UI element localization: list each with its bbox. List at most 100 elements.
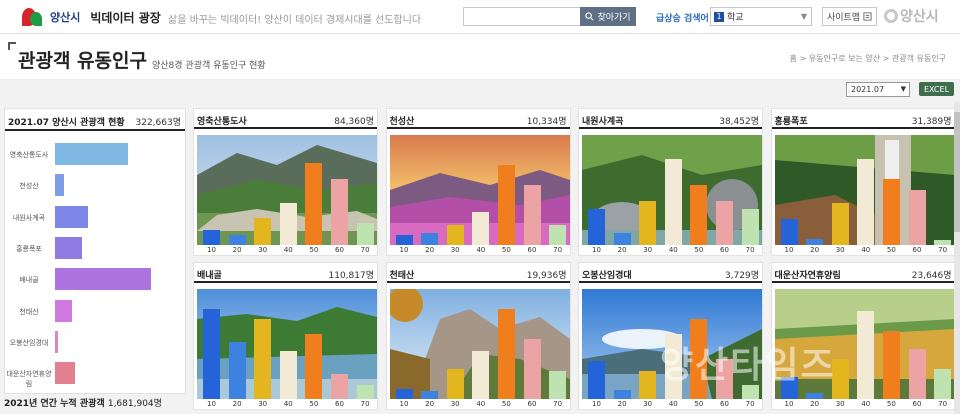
age-bar[interactable]	[228, 342, 246, 399]
age-bar[interactable]	[203, 230, 220, 245]
age-tick-label: 40	[283, 246, 293, 254]
age-bar[interactable]	[254, 319, 272, 399]
age-bar[interactable]	[857, 159, 875, 245]
age-bar[interactable]	[806, 393, 824, 399]
summary-bar[interactable]	[55, 205, 89, 228]
age-bar[interactable]	[356, 385, 374, 399]
attraction-card[interactable]: 배내골 110,817명 10 20 30 40 50 60 70	[193, 262, 378, 410]
age-bar[interactable]	[279, 351, 297, 399]
age-tick-label: 40	[283, 400, 293, 408]
controls-bar	[0, 80, 960, 102]
brand-logo[interactable]: 양산시	[884, 6, 939, 26]
age-bar[interactable]	[908, 349, 926, 399]
attraction-card[interactable]: 오봉산임경대 3,729명 10 20 30 40 50 60 70	[578, 262, 763, 410]
summary-bar[interactable]	[55, 299, 73, 322]
summary-bar[interactable]	[55, 362, 76, 385]
card-visitor-count: 23,646명	[911, 271, 952, 281]
age-tick-label: 70	[553, 400, 563, 408]
age-bar[interactable]	[395, 235, 413, 245]
sitemap-icon	[863, 12, 872, 21]
age-bar[interactable]	[421, 233, 439, 245]
excel-download-button[interactable]: EXCEL	[919, 82, 954, 96]
age-bar[interactable]	[690, 319, 708, 399]
age-bar[interactable]	[831, 203, 849, 245]
scrollbar-thumb[interactable]	[954, 112, 960, 232]
age-bar[interactable]	[908, 190, 926, 245]
age-bar[interactable]	[716, 359, 733, 399]
age-bar[interactable]	[882, 331, 900, 399]
age-bar[interactable]	[356, 223, 374, 245]
age-bar[interactable]	[497, 309, 515, 399]
age-bar[interactable]	[446, 369, 464, 399]
age-tick-label: 20	[425, 246, 435, 254]
age-bar[interactable]	[395, 389, 413, 399]
age-bar[interactable]	[613, 233, 631, 245]
age-bar[interactable]	[446, 225, 464, 245]
age-bar[interactable]	[664, 334, 682, 399]
age-bar[interactable]	[934, 369, 952, 399]
summary-bar[interactable]	[55, 143, 128, 165]
attraction-card[interactable]: 내원사계곡 38,452명 10 20 30 40 50 60 70	[578, 108, 763, 256]
age-bar[interactable]	[588, 209, 605, 245]
attraction-card[interactable]: 천태산 19,936명 10 20 30 40 50 60 70	[385, 262, 571, 410]
month-select[interactable]: 2021.07 ▼	[846, 82, 910, 97]
age-bar[interactable]	[279, 203, 297, 245]
age-bar[interactable]	[780, 377, 798, 399]
card-visitor-count: 10,334명	[526, 117, 567, 127]
attraction-card[interactable]: 홍룡폭포 31,389명 10 20 30 40 50 60 70	[770, 108, 956, 256]
age-bar[interactable]	[588, 361, 605, 399]
age-bar[interactable]	[741, 209, 759, 245]
age-bar[interactable]	[716, 201, 733, 245]
search-input[interactable]	[463, 7, 581, 26]
site-logo[interactable]: 양산시 빅데이터 광장	[22, 6, 161, 28]
page-title: 관광객 유동인구	[18, 50, 147, 72]
age-bar[interactable]	[497, 165, 515, 245]
age-bar[interactable]	[331, 374, 348, 399]
trending-rank-badge: 1	[714, 11, 724, 22]
summary-bar[interactable]	[55, 330, 59, 353]
age-bar[interactable]	[613, 390, 631, 399]
card-visitor-count: 110,817명	[328, 271, 375, 281]
card-header: 천태산 19,936명	[386, 263, 570, 283]
age-bar[interactable]	[549, 371, 567, 399]
age-bar[interactable]	[331, 179, 348, 245]
age-bar[interactable]	[523, 339, 541, 399]
sitemap-button[interactable]: 사이트맵	[822, 7, 877, 26]
age-bar[interactable]	[254, 218, 272, 245]
age-bar[interactable]	[203, 309, 220, 399]
age-tick-label: 30	[258, 400, 268, 408]
age-bar[interactable]	[741, 385, 759, 399]
attraction-card[interactable]: 대운산자연휴양림 23,646명 10 20 30 40 50 60 70	[770, 262, 956, 410]
attraction-card[interactable]: 영축산통도사 84,360명 10 20 30 40 50 60 70	[193, 108, 378, 256]
age-bar[interactable]	[639, 201, 657, 245]
annual-total: 2021년 연간 누적 관광객 1,681,904명	[4, 396, 162, 409]
age-bar[interactable]	[690, 185, 708, 245]
age-bar[interactable]	[664, 159, 682, 245]
page-scrollbar[interactable]	[954, 102, 960, 414]
age-bar[interactable]	[228, 235, 246, 245]
age-bar[interactable]	[305, 334, 323, 399]
age-bar[interactable]	[882, 179, 900, 245]
age-bar[interactable]	[421, 391, 439, 399]
age-bar[interactable]	[806, 239, 824, 245]
attraction-card[interactable]: 천성산 10,334명 10 20 30 40 50 60 70	[385, 108, 571, 256]
age-bar[interactable]	[549, 225, 567, 245]
age-bar[interactable]	[639, 371, 657, 399]
age-bar[interactable]	[472, 351, 490, 399]
age-bar[interactable]	[934, 240, 952, 245]
age-tick-label: 10	[399, 246, 409, 254]
age-bar[interactable]	[472, 212, 490, 245]
summary-bar[interactable]	[55, 268, 151, 291]
age-bar[interactable]	[857, 311, 875, 399]
age-tick-label: 40	[476, 400, 486, 408]
age-bar[interactable]	[305, 163, 323, 245]
trending-keyword-select[interactable]: 1 학교 ▼	[710, 7, 812, 26]
summary-bar[interactable]	[55, 174, 64, 197]
breadcrumb[interactable]: 홈 > 유동인구로 보는 양산 > 관광객 유동인구	[790, 53, 946, 64]
summary-bar[interactable]	[55, 236, 83, 259]
age-bar[interactable]	[780, 219, 798, 245]
age-bar[interactable]	[831, 359, 849, 399]
summary-title: 2021.07 양산시 관광객 현황	[8, 118, 125, 128]
search-button[interactable]: 찾아가기	[580, 7, 636, 26]
age-bar[interactable]	[523, 185, 541, 245]
